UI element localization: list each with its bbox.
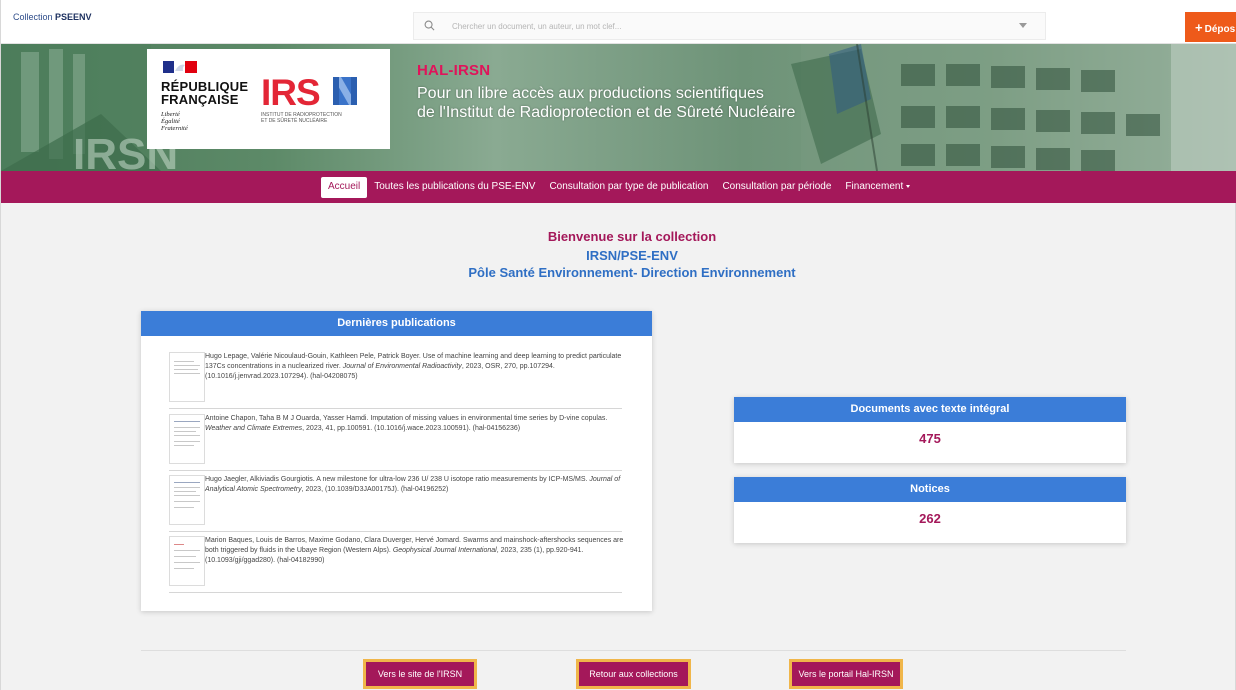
publication-authors: Antoine Chapon, Taha B M J Ouarda, Yasse… bbox=[205, 415, 369, 422]
deposit-button[interactable]: + Dépos bbox=[1185, 12, 1236, 42]
publication-journal: Weather and Climate Extremes bbox=[205, 425, 303, 432]
nav-item-financement[interactable]: Financement bbox=[838, 177, 917, 198]
document-thumbnail[interactable] bbox=[169, 352, 205, 402]
welcome-heading: Bienvenue sur la collection bbox=[547, 229, 717, 244]
banner-tagline-1: Pour un libre accès aux productions scie… bbox=[417, 85, 764, 102]
publication-journal: Geophysical Journal International bbox=[392, 547, 497, 554]
collection-id-heading: IRSN/PSE-ENV bbox=[586, 248, 678, 263]
publication-item[interactable]: Hugo Lepage, Valérie Nicoulaud-Gouin, Ka… bbox=[169, 352, 622, 409]
publication-item[interactable]: Marion Baques, Louis de Barros, Maxime G… bbox=[169, 536, 625, 593]
site-brand: HAL-IRSN bbox=[417, 62, 491, 79]
logo-card: RÉPUBLIQUE FRANÇAISE Liberté Égalité Frate… bbox=[147, 49, 390, 149]
search-icon bbox=[424, 20, 435, 31]
collection-code: PSEENV bbox=[55, 12, 92, 22]
footer-divider bbox=[141, 650, 1126, 651]
caret-down-icon bbox=[906, 184, 911, 188]
collection-name-heading: Pôle Santé Environnement- Direction Envi… bbox=[468, 265, 796, 280]
collection-label: Collection PSEENV bbox=[13, 12, 92, 22]
publication-authors: Hugo Lepage, Valérie Nicoulaud-Gouin, Ka… bbox=[205, 353, 421, 360]
publication-citation: Antoine Chapon, Taha B M J Ouarda, Yasse… bbox=[205, 414, 625, 434]
document-thumbnail[interactable] bbox=[169, 475, 205, 525]
publication-details: , 2023, (10.1039/D3JA00175J). (hal-04196… bbox=[301, 486, 449, 493]
fulltext-stat-label: Documents avec texte intégral bbox=[734, 397, 1126, 422]
latest-publications-panel: Dernières publications Hugo Lepage, Valé… bbox=[141, 311, 652, 611]
notices-stat-value[interactable]: 262 bbox=[734, 502, 1126, 526]
publication-item[interactable]: Hugo Jaegler, Alkiviadis Gourgiotis. A n… bbox=[169, 475, 622, 532]
republic-motto: Liberté Égalité Fraternité bbox=[161, 111, 188, 132]
collection-prefix: Collection bbox=[13, 12, 53, 22]
republique-line2: FRANÇAISE bbox=[161, 92, 239, 107]
back-to-collections-button[interactable]: Retour aux collections bbox=[576, 659, 691, 689]
main-nav: Accueil Toutes les publications du PSE-E… bbox=[1, 171, 1236, 203]
publication-authors: Marion Baques, Louis de Barros, Maxime G… bbox=[205, 537, 462, 544]
publication-title[interactable]: Imputation of missing values in environm… bbox=[368, 415, 607, 422]
publication-citation: Hugo Jaegler, Alkiviadis Gourgiotis. A n… bbox=[205, 475, 625, 495]
svg-text:IRS: IRS bbox=[261, 74, 320, 108]
notices-stat-card: Notices 262 bbox=[734, 477, 1126, 543]
irsn-site-button[interactable]: Vers le site de l'IRSN bbox=[363, 659, 477, 689]
nav-item-by-type[interactable]: Consultation par type de publication bbox=[542, 177, 715, 198]
nav-item-financement-label: Financement bbox=[845, 181, 904, 192]
nav-item-accueil[interactable]: Accueil bbox=[321, 177, 368, 198]
irsn-logo: IRS bbox=[261, 74, 357, 108]
banner-tagline-2: de l'Institut de Radioprotection et de S… bbox=[417, 104, 796, 121]
publication-item[interactable]: Antoine Chapon, Taha B M J Ouarda, Yasse… bbox=[169, 414, 622, 471]
deposit-label: Dépos bbox=[1204, 24, 1236, 35]
irsn-subtitle: INSTITUT DE RADIOPROTECTION ET DE SÛRETÉ … bbox=[261, 112, 342, 124]
header-banner: IRSN RÉPUBLIQUE FRANÇAISE Liberté Égalité… bbox=[1, 44, 1236, 171]
chevron-down-icon[interactable] bbox=[1019, 23, 1027, 28]
publication-title[interactable]: A new milestone for ultra-low 236 U/ 238… bbox=[315, 476, 590, 483]
nav-item-by-period[interactable]: Consultation par période bbox=[715, 177, 838, 198]
top-bar: Collection PSEENV +Dépos bbox=[1, 0, 1236, 44]
search-input[interactable] bbox=[452, 16, 1012, 36]
hal-irsn-portal-button[interactable]: Vers le portail Hal-IRSN bbox=[789, 659, 903, 689]
publication-authors: Hugo Jaegler, Alkiviadis Gourgiotis. bbox=[205, 476, 315, 483]
latest-publications-title: Dernières publications bbox=[141, 311, 652, 336]
plus-icon: + bbox=[1195, 20, 1203, 35]
notices-stat-label: Notices bbox=[734, 477, 1126, 502]
page: Collection PSEENV +Dépos IRSN bbox=[0, 0, 1236, 690]
nav-item-all-publications[interactable]: Toutes les publications du PSE-ENV bbox=[367, 177, 542, 198]
publication-citation: Marion Baques, Louis de Barros, Maxime G… bbox=[205, 536, 625, 566]
document-thumbnail[interactable] bbox=[169, 536, 205, 586]
fulltext-stat-card: Documents avec texte intégral 475 bbox=[734, 397, 1126, 463]
search-box[interactable] bbox=[413, 12, 1046, 40]
document-thumbnail[interactable] bbox=[169, 414, 205, 464]
publication-journal: Journal of Environmental Radioactivity bbox=[342, 363, 462, 370]
marianne-logo bbox=[163, 61, 197, 73]
publication-citation: Hugo Lepage, Valérie Nicoulaud-Gouin, Ka… bbox=[205, 352, 625, 382]
publication-details: , 2023, 41, pp.100591. (10.1016/j.wace.2… bbox=[302, 425, 521, 432]
fulltext-stat-value[interactable]: 475 bbox=[734, 422, 1126, 446]
